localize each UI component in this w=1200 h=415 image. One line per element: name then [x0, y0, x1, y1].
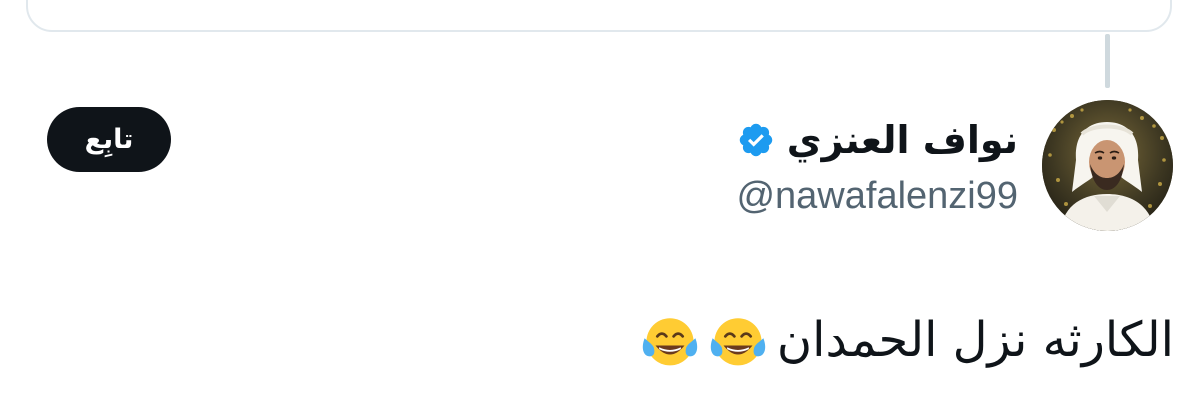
follow-button[interactable]: تابِع	[47, 107, 171, 172]
author-name-row: نواف العنزي	[737, 112, 1018, 168]
face-with-tears-of-joy-icon	[709, 311, 767, 369]
tweet-text: الكارثه نزل الحمدان	[776, 312, 1174, 368]
author-handle[interactable]: @nawafalenzi99	[736, 170, 1018, 222]
avatar[interactable]	[1042, 100, 1173, 231]
face-with-tears-of-joy-icon	[641, 311, 699, 369]
tweet-body: الكارثه نزل الحمدان	[641, 302, 1174, 378]
quoted-tweet-card[interactable]	[26, 0, 1172, 32]
profile-photo-icon	[1042, 100, 1173, 231]
thread-connector-line	[1105, 34, 1110, 88]
verified-badge-icon[interactable]	[737, 121, 775, 159]
emoji-group	[641, 311, 767, 369]
tweet-page: نواف العنزي @nawafalenzi99 تابِع الكارثه…	[0, 0, 1200, 415]
author-display-name[interactable]: نواف العنزي	[787, 112, 1018, 168]
